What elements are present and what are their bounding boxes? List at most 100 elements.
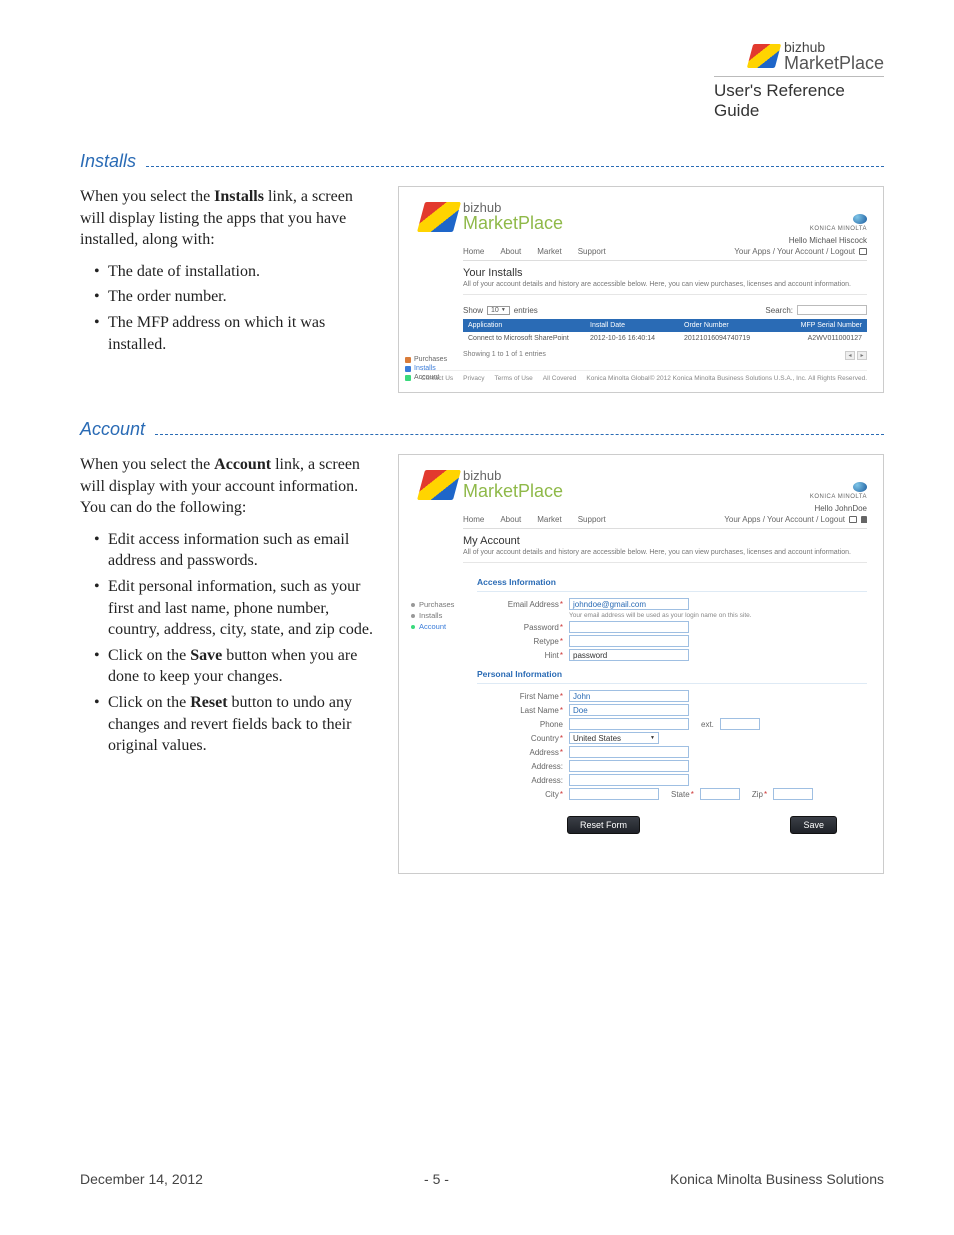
search-input[interactable] [797,305,867,315]
bullet: The order number. [94,286,380,308]
cell: 20121016094740719 [679,332,787,345]
sidebar-label: Account [414,374,439,381]
state-field[interactable] [700,788,740,800]
account-text: When you select the Account link, a scre… [80,454,380,761]
bizhub-logo-icon [417,202,461,232]
sidebar-label: Installs [414,365,436,372]
sidebar-item-account[interactable]: Account [411,621,469,632]
sidebar-item-purchases[interactable]: Purchases [411,599,469,610]
sidebar-item-purchases[interactable]: Purchases [405,355,455,364]
sidebar-item-installs[interactable]: Installs [411,610,469,621]
address2-field[interactable] [569,760,689,772]
heading-rule [155,434,884,435]
chevron-down-icon: ▼ [650,735,655,741]
nav-about[interactable]: About [500,515,521,524]
user-icon [405,375,411,381]
page-subtitle: All of your account details and history … [463,549,867,556]
address1-field[interactable] [569,746,689,758]
installs-heading: Installs [80,151,136,172]
konica-minolta-logo: KONICA MINOLTA [810,482,867,500]
account-page-title: My Account [463,535,867,547]
user-icon [411,625,415,629]
nav-home[interactable]: Home [463,247,484,256]
reset-form-button[interactable]: Reset Form [567,816,640,834]
cart-icon[interactable] [859,248,867,255]
country-select[interactable]: United States ▼ [569,732,659,744]
lastname-field[interactable]: Doe [569,704,689,716]
heading-rule [146,166,884,167]
ext-label: ext. [701,720,714,729]
select-value: United States [573,734,621,743]
nav-market[interactable]: Market [537,247,561,256]
sidebar-item-account[interactable]: Account [405,373,455,382]
ext-field[interactable] [720,718,760,730]
nav-market[interactable]: Market [537,515,561,524]
sidebar-label: Purchases [419,600,454,609]
nav-about[interactable]: About [500,247,521,256]
email-label: Email Address [477,600,563,609]
brand-line1: bizhub [784,40,884,54]
zip-field[interactable] [773,788,813,800]
nav-support[interactable]: Support [578,515,606,524]
city-field[interactable] [569,788,659,800]
entries-select[interactable]: 10▼ [487,306,510,315]
col-application: Application [463,319,585,332]
retype-label: Retype [477,637,563,646]
page-header: bizhub MarketPlace User's Reference Guid… [80,40,884,121]
installs-text: When you select the Installs link, a scr… [80,186,380,359]
col-mfp-serial: MFP Serial Number [787,319,867,332]
retype-field[interactable] [569,635,689,647]
save-button[interactable]: Save [790,816,837,834]
email-hint: Your email address will be used as your … [569,612,752,619]
footer-link[interactable]: Terms of Use [494,375,532,382]
hello-user: Hello JohnDoe [421,504,867,513]
installs-sidebar: Purchases Installs Account [405,355,455,382]
cell: 2012-10-16 16:40:14 [585,332,679,345]
cart-icon[interactable] [849,516,857,523]
bullet: Click on the Reset button to undo any ch… [94,692,380,757]
konica-minolta-logo: KONICA MINOLTA [810,214,867,232]
phone-label: Phone [477,720,563,729]
email-field[interactable]: johndoe@gmail.com [569,598,689,610]
address3-field[interactable] [569,774,689,786]
phone-field[interactable] [569,718,689,730]
brand-line2: MarketPlace [784,54,884,72]
nav-support[interactable]: Support [578,247,606,256]
installs-screenshot: bizhub MarketPlace KONICA MINOLTA Hello … [398,186,884,393]
access-info-title: Access Information [477,577,867,587]
bullet: The MFP address on which it was installe… [94,312,380,355]
country-label: Country [477,734,563,743]
bullet: Edit access information such as email ad… [94,529,380,572]
footer-date: December 14, 2012 [80,1171,203,1187]
bag-icon [405,357,411,363]
sidebar-label: Installs [419,611,442,620]
firstname-field[interactable]: John [569,690,689,702]
lock-icon[interactable] [861,516,867,523]
prev-page-button[interactable]: ◂ [845,351,855,360]
next-page-button[interactable]: ▸ [857,351,867,360]
account-links[interactable]: Your Apps / Your Account / Logout [724,515,845,524]
firstname-label: First Name [477,692,563,701]
sidebar-label: Account [419,622,446,631]
password-field[interactable] [569,621,689,633]
installs-page-title: Your Installs [463,267,867,279]
hello-user: Hello Michael Hiscock [421,236,867,245]
lastname-label: Last Name [477,706,563,715]
sidebar-item-installs[interactable]: Installs [405,364,455,373]
bullet: Click on the Save button when you are do… [94,645,380,688]
personal-info-title: Personal Information [477,669,867,679]
account-heading: Account [80,419,145,440]
guide-title: User's Reference Guide [714,76,884,121]
chevron-down-icon: ▼ [501,307,506,313]
account-links[interactable]: Your Apps / Your Account / Logout [734,247,855,256]
hint-field[interactable]: password [569,649,689,661]
table-row: Connect to Microsoft SharePoint 2012-10-… [463,332,867,345]
dot-icon [411,614,415,618]
footer-link[interactable]: All Covered [543,375,577,382]
pager: ◂ ▸ [845,351,867,360]
footer-link[interactable]: Privacy [463,375,484,382]
nav-home[interactable]: Home [463,515,484,524]
footer-link[interactable]: Konica Minolta Global [586,375,649,382]
page-footer: December 14, 2012 - 5 - Konica Minolta B… [80,1171,884,1187]
section-account: Account When you select the Account link… [80,419,884,874]
